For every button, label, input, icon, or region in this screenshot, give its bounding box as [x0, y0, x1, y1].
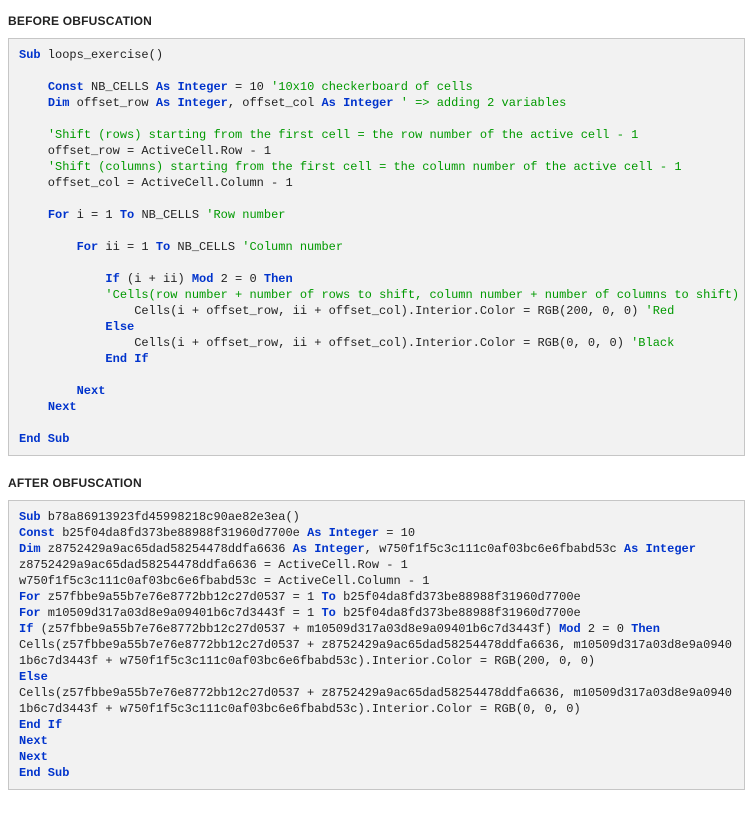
kw-to: To: [321, 606, 335, 620]
if-rest: 2 = 0: [213, 272, 263, 286]
kw-as: As: [293, 542, 307, 556]
code-line: Cells(z57fbbe9a55b7e76e8772bb12c27d0537 …: [19, 686, 732, 716]
code-line: w750f1f5c3c111c0af03bc6e6fbabd53c = Acti…: [19, 574, 429, 588]
if-cond: (z57fbbe9a55b7e76e8772bb12c27d0537 + m10…: [33, 622, 559, 636]
kw-then: Then: [631, 622, 660, 636]
comment: 'Black: [631, 336, 674, 350]
kw-else: Else: [19, 670, 48, 684]
kw-sub: Sub: [41, 766, 70, 780]
const-name: b25f04da8fd373be88988f31960d7700e: [55, 526, 307, 540]
kw-to: To: [321, 590, 335, 604]
kw-else: Else: [105, 320, 134, 334]
kw-sub: Sub: [19, 48, 41, 62]
for-mid: z57fbbe9a55b7e76e8772bb12c27d0537 = 1: [41, 590, 322, 604]
kw-mod: Mod: [192, 272, 214, 286]
const-name: NB_CELLS: [84, 80, 156, 94]
for-mid: i = 1: [69, 208, 119, 222]
const-eq: = 10: [228, 80, 271, 94]
sub-name: b78a86913923fd45998218c90ae82e3ea(): [41, 510, 300, 524]
code-line: Cells(i + offset_row, ii + offset_col).I…: [19, 304, 646, 318]
kw-to: To: [120, 208, 134, 222]
kw-then: Then: [264, 272, 293, 286]
code-after: Sub b78a86913923fd45998218c90ae82e3ea() …: [8, 500, 745, 790]
kw-integer: Integer: [336, 96, 394, 110]
kw-if: If: [105, 272, 119, 286]
kw-if: If: [19, 622, 33, 636]
sub-name: loops_exercise(): [41, 48, 163, 62]
kw-as: As: [156, 96, 170, 110]
kw-dim: Dim: [48, 96, 70, 110]
kw-const: Const: [19, 526, 55, 540]
if-rest: 2 = 0: [581, 622, 631, 636]
kw-if: If: [41, 718, 63, 732]
kw-dim: Dim: [19, 542, 41, 556]
kw-for: For: [77, 240, 99, 254]
comment: 'Column number: [242, 240, 343, 254]
code-line: Cells(i + offset_row, ii + offset_col).I…: [19, 336, 631, 350]
kw-integer: Integer: [321, 526, 379, 540]
for-end: NB_CELLS: [134, 208, 206, 222]
kw-integer: Integer: [170, 96, 228, 110]
code-line: offset_row = ActiveCell.Row - 1: [19, 144, 271, 158]
kw-next: Next: [48, 400, 77, 414]
kw-mod: Mod: [559, 622, 581, 636]
code-line: Cells(z57fbbe9a55b7e76e8772bb12c27d0537 …: [19, 638, 732, 668]
kw-for: For: [19, 606, 41, 620]
code-line: offset_col = ActiveCell.Column - 1: [19, 176, 293, 190]
comment: '10x10 checkerboard of cells: [271, 80, 473, 94]
kw-as: As: [321, 96, 335, 110]
if-cond: (i + ii): [120, 272, 192, 286]
kw-end: End: [19, 432, 41, 446]
kw-next: Next: [19, 750, 48, 764]
kw-next: Next: [77, 384, 106, 398]
comment: 'Shift (columns) starting from the first…: [48, 160, 682, 174]
kw-end: End: [19, 718, 41, 732]
heading-before: BEFORE OBFUSCATION: [8, 14, 745, 28]
kw-as: As: [307, 526, 321, 540]
for-end: NB_CELLS: [170, 240, 242, 254]
code-before: Sub loops_exercise() Const NB_CELLS As I…: [8, 38, 745, 456]
const-eq: = 10: [379, 526, 415, 540]
kw-integer: Integer: [307, 542, 365, 556]
for-end: b25f04da8fd373be88988f31960d7700e: [336, 606, 581, 620]
dim-var: z8752429a9ac65dad58254478ddfa6636: [41, 542, 293, 556]
code-line: z8752429a9ac65dad58254478ddfa6636 = Acti…: [19, 558, 408, 572]
dim-var: offset_row: [69, 96, 155, 110]
kw-end: End: [105, 352, 127, 366]
kw-as: As: [156, 80, 170, 94]
kw-for: For: [19, 590, 41, 604]
kw-to: To: [156, 240, 170, 254]
comment: 'Shift (rows) starting from the first ce…: [48, 128, 639, 142]
comment: ' => adding 2 variables: [401, 96, 567, 110]
kw-sub: Sub: [41, 432, 70, 446]
kw-for: For: [48, 208, 70, 222]
dim-mid: , w750f1f5c3c111c0af03bc6e6fbabd53c: [365, 542, 624, 556]
dim-mid: , offset_col: [228, 96, 322, 110]
kw-integer: Integer: [638, 542, 696, 556]
kw-next: Next: [19, 734, 48, 748]
comment: 'Red: [646, 304, 675, 318]
kw-if: If: [127, 352, 149, 366]
kw-integer: Integer: [170, 80, 228, 94]
for-mid: m10509d317a03d8e9a09401b6c7d3443f = 1: [41, 606, 322, 620]
for-mid: ii = 1: [98, 240, 156, 254]
heading-after: AFTER OBFUSCATION: [8, 476, 745, 490]
for-end: b25f04da8fd373be88988f31960d7700e: [336, 590, 581, 604]
sp: [394, 96, 401, 110]
kw-sub: Sub: [19, 510, 41, 524]
kw-end: End: [19, 766, 41, 780]
kw-const: Const: [48, 80, 84, 94]
comment: 'Row number: [206, 208, 285, 222]
comment: 'Cells(row number + number of rows to sh…: [105, 288, 739, 302]
kw-as: As: [624, 542, 638, 556]
